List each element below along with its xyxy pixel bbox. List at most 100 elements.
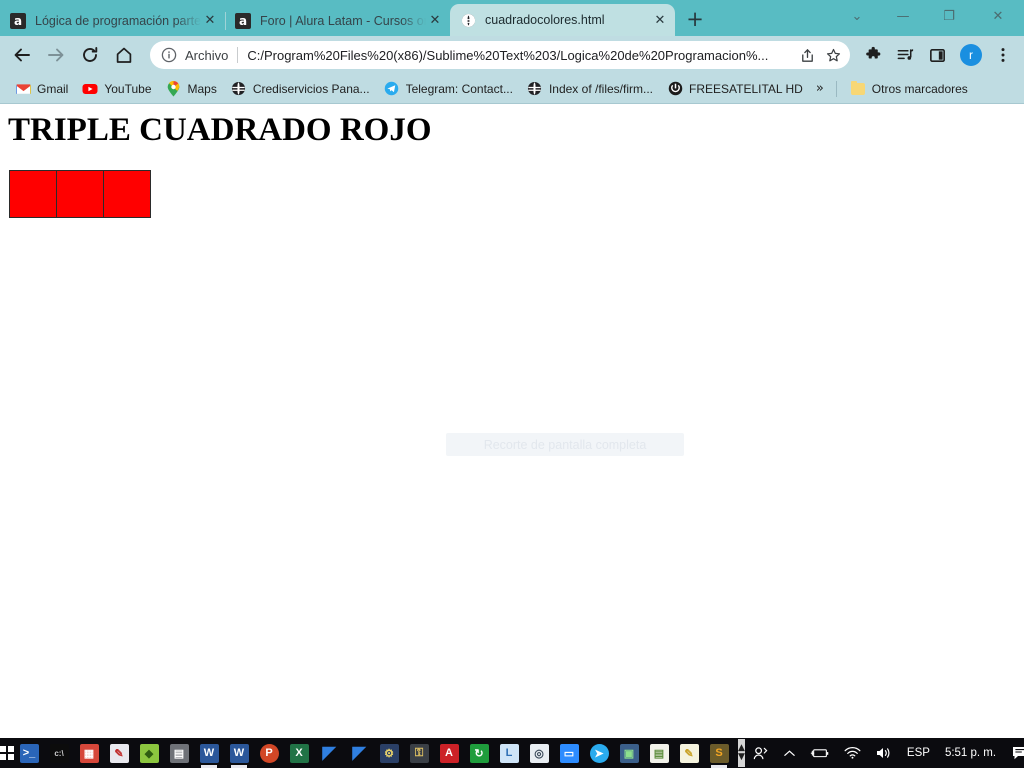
taskbar-app-sublime-text[interactable]: S <box>704 738 734 768</box>
close-window-button[interactable]: ✕ <box>972 0 1024 32</box>
tab-logica-programacion[interactable]: a Lógica de programación parte 3: ✕ <box>0 5 225 36</box>
bookmark-crediservicios[interactable]: Crediservicios Pana... <box>224 78 377 100</box>
page-title: TRIPLE CUADRADO ROJO <box>8 112 432 148</box>
star-icon[interactable] <box>820 42 846 68</box>
taskbar-app-zoom[interactable]: ▭ <box>554 738 584 768</box>
screenshot-toast: Recorte de pantalla completa <box>446 433 684 456</box>
volume-icon[interactable] <box>868 738 900 768</box>
url-text[interactable]: C:/Program%20Files%20(x86)/Sublime%20Tex… <box>247 48 794 63</box>
bookmark-label: FREESATELITAL HD <box>689 81 803 96</box>
folder-icon <box>850 80 866 97</box>
battery-plug-icon[interactable] <box>803 738 837 768</box>
taskbar-app-remote-desktop[interactable]: ▣ <box>614 738 644 768</box>
bookmarks-divider <box>835 80 837 97</box>
forward-button[interactable] <box>40 39 72 71</box>
browser-toolbar: Archivo C:/Program%20Files%20(x86)/Subli… <box>0 36 1024 74</box>
wifi-icon[interactable] <box>837 738 868 768</box>
window-controls: ⌄ — ❐ ✕ <box>834 0 1024 32</box>
taskbar-app-disk[interactable]: ▤ <box>164 738 194 768</box>
power-circle-icon <box>667 81 683 97</box>
taskbar-app-wireshark-2[interactable]: ◤ <box>344 738 374 768</box>
bookmark-label: Otros marcadores <box>871 81 968 96</box>
taskbar-app-acrobat-reader[interactable]: A <box>434 738 464 768</box>
system-tray: ESP 5:51 p. m. <box>745 738 1024 768</box>
taskbar-app-notepad[interactable]: ▤ <box>644 738 674 768</box>
maximize-button[interactable]: ❐ <box>926 0 972 32</box>
bookmark-other-bookmarks[interactable]: Otros marcadores <box>843 78 975 100</box>
taskbar-app-word-2[interactable]: W <box>224 738 254 768</box>
browser-window: a Lógica de programación parte 3: ✕ a Fo… <box>0 0 1024 738</box>
taskbar-app-package[interactable]: ◆ <box>134 738 164 768</box>
red-square-1 <box>9 170 57 218</box>
taskbar-clock[interactable]: 5:51 p. m. <box>937 747 1004 759</box>
bookmark-label: YouTube <box>104 81 152 96</box>
puzzle-icon[interactable] <box>858 39 888 71</box>
bookmarks-overflow-button[interactable]: » <box>810 81 830 96</box>
taskbar-app-notes[interactable]: ✎ <box>674 738 704 768</box>
tab-strip: a Lógica de programación parte 3: ✕ a Fo… <box>0 0 1024 36</box>
red-square-3 <box>104 170 151 218</box>
reload-button[interactable] <box>74 39 106 71</box>
bookmark-index-of-files[interactable]: Index of /files/firm... <box>520 78 660 100</box>
taskbar-app-telegram[interactable]: ➤ <box>584 738 614 768</box>
info-icon[interactable] <box>160 46 178 64</box>
scroll-down-icon[interactable]: ▼ <box>738 753 745 762</box>
taskbar-app-paint[interactable]: ✎ <box>104 738 134 768</box>
home-button[interactable] <box>108 39 140 71</box>
youtube-icon <box>82 81 98 97</box>
chevron-up-icon[interactable] <box>776 738 803 768</box>
taskbar-app-word-1[interactable]: W <box>194 738 224 768</box>
bookmark-label: Gmail <box>37 81 69 96</box>
bookmark-freesatelital[interactable]: FREESATELITAL HD <box>660 78 810 100</box>
address-bar[interactable]: Archivo C:/Program%20Files%20(x86)/Subli… <box>150 41 850 69</box>
bookmark-maps[interactable]: Maps <box>159 78 224 100</box>
red-squares-group <box>9 170 151 218</box>
taskbar-app-wireshark-1[interactable]: ◤ <box>314 738 344 768</box>
page-content: TRIPLE CUADRADO ROJO Recorte de pantalla… <box>0 105 1024 738</box>
share-icon[interactable] <box>794 42 820 68</box>
tab-close-icon[interactable]: ✕ <box>651 11 669 29</box>
bookmark-telegram[interactable]: Telegram: Contact... <box>377 78 520 100</box>
tab-foro-alura[interactable]: a Foro | Alura Latam - Cursos onlin ✕ <box>225 5 450 36</box>
bookmark-label: Telegram: Contact... <box>405 81 513 96</box>
tab-cuadradocolores[interactable]: cuadradocolores.html ✕ <box>450 4 675 36</box>
red-square-2 <box>57 170 104 218</box>
back-button[interactable] <box>6 39 38 71</box>
tab-title: Foro | Alura Latam - Cursos onlin <box>260 13 426 28</box>
taskbar-app-blue-l[interactable]: L <box>494 738 524 768</box>
bookmark-label: Crediservicios Pana... <box>252 81 370 96</box>
language-indicator[interactable]: ESP <box>900 738 937 768</box>
telegram-icon <box>384 81 400 97</box>
taskbar-app-network-tool[interactable]: ⚙ <box>374 738 404 768</box>
new-tab-button[interactable]: + <box>681 5 709 33</box>
taskbar-app-powerpoint[interactable]: P <box>254 738 284 768</box>
tab-close-icon[interactable]: ✕ <box>201 12 219 30</box>
minimize-button[interactable]: — <box>880 0 926 32</box>
globe-icon <box>460 12 476 28</box>
people-icon[interactable] <box>745 738 776 768</box>
bookmark-label: Index of /files/firm... <box>548 81 653 96</box>
tab-search-chevron-icon[interactable]: ⌄ <box>834 0 880 32</box>
bookmark-youtube[interactable]: YouTube <box>75 78 158 100</box>
bookmark-label: Maps <box>187 81 217 96</box>
taskbar-app-command-prompt[interactable]: c:\ <box>44 738 74 768</box>
taskbar-app-color-grid[interactable]: ▦ <box>74 738 104 768</box>
tab-close-icon[interactable]: ✕ <box>426 12 444 30</box>
side-panel-icon[interactable] <box>922 39 952 71</box>
taskbar-app-recovery[interactable]: ↻ <box>464 738 494 768</box>
bookmarks-bar: Gmail YouTube Maps Crediservicios Pana..… <box>0 74 1024 104</box>
media-list-icon[interactable] <box>890 39 920 71</box>
taskbar-app-compass[interactable]: ◎ <box>524 738 554 768</box>
globe-icon <box>527 81 543 97</box>
notifications-icon[interactable] <box>1004 738 1024 768</box>
bookmark-gmail[interactable]: Gmail <box>8 78 75 100</box>
taskbar-app-key-tool[interactable]: ⚿ <box>404 738 434 768</box>
three-dot-menu-icon[interactable] <box>988 39 1018 71</box>
taskbar-scroll-arrows[interactable]: ▲ ▼ <box>738 739 745 767</box>
profile-avatar[interactable]: r <box>960 44 982 66</box>
taskbar-app-excel[interactable]: X <box>284 738 314 768</box>
start-button[interactable] <box>0 738 14 768</box>
omnibox-divider <box>237 47 239 63</box>
tab-title: Lógica de programación parte 3: <box>35 13 201 28</box>
taskbar-app-powershell[interactable]: >_ <box>14 738 44 768</box>
